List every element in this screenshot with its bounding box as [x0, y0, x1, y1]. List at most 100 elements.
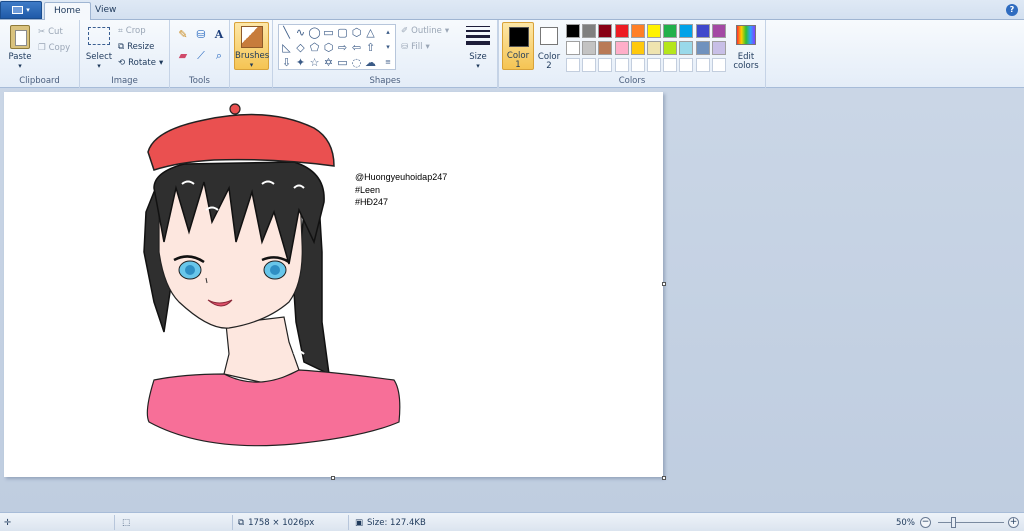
- palette-color-swatch[interactable]: [711, 24, 726, 38]
- right-triangle-shape-icon[interactable]: ◺: [280, 41, 293, 54]
- tab-home[interactable]: Home: [44, 2, 91, 21]
- color-picker-icon[interactable]: ⟋: [193, 48, 209, 64]
- oval-callout-shape-icon[interactable]: ◌: [350, 56, 363, 69]
- palette-color-swatch[interactable]: [582, 41, 597, 55]
- polygon-shape-icon[interactable]: ⬡: [350, 26, 363, 39]
- pencil-icon[interactable]: ✎: [175, 27, 191, 43]
- color1-number: 1: [515, 60, 521, 70]
- custom-color-slot[interactable]: [630, 58, 645, 72]
- down-arrow-shape-icon[interactable]: ⇩: [280, 56, 293, 69]
- rectangle-shape-icon[interactable]: ▭: [322, 26, 335, 39]
- custom-color-slot[interactable]: [566, 58, 580, 72]
- tab-view[interactable]: View: [86, 2, 125, 21]
- line-shape-icon[interactable]: ╲: [280, 26, 293, 39]
- outline-icon: ✐: [401, 26, 409, 36]
- fill-button[interactable]: ⛁ Fill ▾: [401, 40, 430, 54]
- fill-bucket-icon[interactable]: ⛁: [193, 27, 209, 43]
- custom-color-slot[interactable]: [663, 58, 678, 72]
- zoom-out-button[interactable]: −: [920, 517, 931, 528]
- palette-color-swatch[interactable]: [614, 24, 629, 38]
- palette-color-swatch[interactable]: [679, 41, 694, 55]
- cloud-callout-shape-icon[interactable]: ☁: [364, 56, 377, 69]
- five-point-star-shape-icon[interactable]: ☆: [308, 56, 321, 69]
- rotate-label: Rotate: [128, 58, 156, 68]
- palette-color-swatch[interactable]: [647, 24, 661, 38]
- canvas-text-line1: @Huongyeuhoidap247: [355, 172, 448, 182]
- up-arrow-shape-icon[interactable]: ⇧: [364, 41, 377, 54]
- help-icon[interactable]: ?: [1006, 4, 1018, 16]
- palette-color-swatch[interactable]: [679, 24, 694, 38]
- cut-label: Cut: [48, 27, 63, 37]
- pentagon-shape-icon[interactable]: ⬠: [308, 41, 321, 54]
- zoom-slider-track[interactable]: [938, 522, 1004, 523]
- oval-shape-icon[interactable]: ◯: [308, 26, 321, 39]
- resize-handle-bottom[interactable]: [331, 476, 335, 480]
- callout-shape-icon[interactable]: ▭: [336, 56, 349, 69]
- crop-button[interactable]: ⌗ Crop: [118, 24, 146, 38]
- gallery-scroll-up-icon[interactable]: ▴: [382, 26, 394, 39]
- diamond-shape-icon[interactable]: ◇: [294, 41, 307, 54]
- palette-color-swatch[interactable]: [566, 24, 580, 38]
- six-point-star-shape-icon[interactable]: ✡: [322, 56, 335, 69]
- eraser-icon[interactable]: ▰: [175, 48, 191, 64]
- triangle-shape-icon[interactable]: △: [364, 26, 377, 39]
- palette-color-swatch[interactable]: [614, 41, 629, 55]
- custom-color-slot[interactable]: [582, 58, 597, 72]
- right-arrow-shape-icon[interactable]: ⇨: [336, 41, 349, 54]
- palette-color-swatch[interactable]: [695, 24, 710, 38]
- cut-button[interactable]: ✂ Cut: [38, 25, 63, 39]
- hexagon-shape-icon[interactable]: ⬡: [322, 41, 335, 54]
- ribbon: Paste ▾ ✂ Cut ❐ Copy Clipboard Select ▾ …: [0, 20, 1024, 88]
- color-spectrum-icon: [736, 25, 756, 45]
- custom-color-slot[interactable]: [679, 58, 694, 72]
- custom-color-slot[interactable]: [695, 58, 710, 72]
- copy-button[interactable]: ❐ Copy: [38, 41, 70, 55]
- crop-label: Crop: [125, 26, 146, 36]
- palette-color-swatch[interactable]: [582, 24, 597, 38]
- magnifier-icon[interactable]: ⌕: [211, 48, 227, 64]
- palette-color-swatch[interactable]: [566, 41, 580, 55]
- palette-color-swatch[interactable]: [647, 41, 661, 55]
- shapes-gallery[interactable]: ╲ ∿ ◯ ▭ ▢ ⬡ △ ◺ ◇ ⬠ ⬡ ⇨ ⇦ ⇧ ⇩ ✦ ☆ ✡ ▭ ◌ …: [278, 24, 396, 70]
- palette-color-swatch[interactable]: [630, 41, 645, 55]
- color1-button[interactable]: Color 1: [502, 22, 534, 70]
- drawing-canvas[interactable]: @Huongyeuhoidap247 #Leen #HĐ247: [4, 92, 663, 477]
- palette-color-swatch[interactable]: [695, 41, 710, 55]
- paint-menu-button[interactable]: ▾: [0, 1, 42, 19]
- custom-color-slot[interactable]: [598, 58, 613, 72]
- custom-color-slot[interactable]: [711, 58, 726, 72]
- brushes-button[interactable]: Brushes ▾: [234, 22, 269, 70]
- tools-group-label: Tools: [189, 76, 210, 86]
- rounded-rectangle-shape-icon[interactable]: ▢: [336, 26, 349, 39]
- chevron-down-icon: ▾: [26, 6, 30, 14]
- palette-color-swatch[interactable]: [711, 41, 726, 55]
- palette-color-swatch[interactable]: [663, 24, 678, 38]
- outline-button[interactable]: ✐ Outline ▾: [401, 24, 449, 38]
- palette-color-swatch[interactable]: [598, 41, 613, 55]
- palette-color-swatch[interactable]: [663, 41, 678, 55]
- zoom-in-button[interactable]: +: [1008, 517, 1019, 528]
- custom-color-slot[interactable]: [647, 58, 661, 72]
- resize-handle-right[interactable]: [662, 282, 666, 286]
- color2-number: 2: [546, 61, 552, 71]
- palette-color-swatch[interactable]: [598, 24, 613, 38]
- zoom-slider-thumb[interactable]: [951, 517, 956, 528]
- resize-button[interactable]: ⧉ Resize: [118, 40, 154, 54]
- palette-color-swatch[interactable]: [630, 24, 645, 38]
- four-point-star-shape-icon[interactable]: ✦: [294, 56, 307, 69]
- crosshair-icon: ✛: [4, 517, 12, 528]
- curve-shape-icon[interactable]: ∿: [294, 26, 307, 39]
- resize-handle-corner[interactable]: [662, 476, 666, 480]
- gallery-expand-icon[interactable]: ≡: [382, 56, 394, 69]
- custom-color-slot[interactable]: [614, 58, 629, 72]
- rotate-button[interactable]: ⟲ Rotate ▾: [118, 56, 163, 70]
- text-tool-icon[interactable]: A: [211, 27, 227, 43]
- clipboard-group: Paste ▾ ✂ Cut ❐ Copy Clipboard: [0, 20, 80, 88]
- copy-icon: ❐: [38, 43, 46, 53]
- cursor-position: ✛: [4, 516, 11, 529]
- crop-icon: ⌗: [118, 26, 123, 36]
- outline-label: Outline: [411, 26, 442, 36]
- document-icon: [12, 6, 24, 14]
- left-arrow-shape-icon[interactable]: ⇦: [350, 41, 363, 54]
- gallery-scroll-down-icon[interactable]: ▾: [382, 41, 394, 54]
